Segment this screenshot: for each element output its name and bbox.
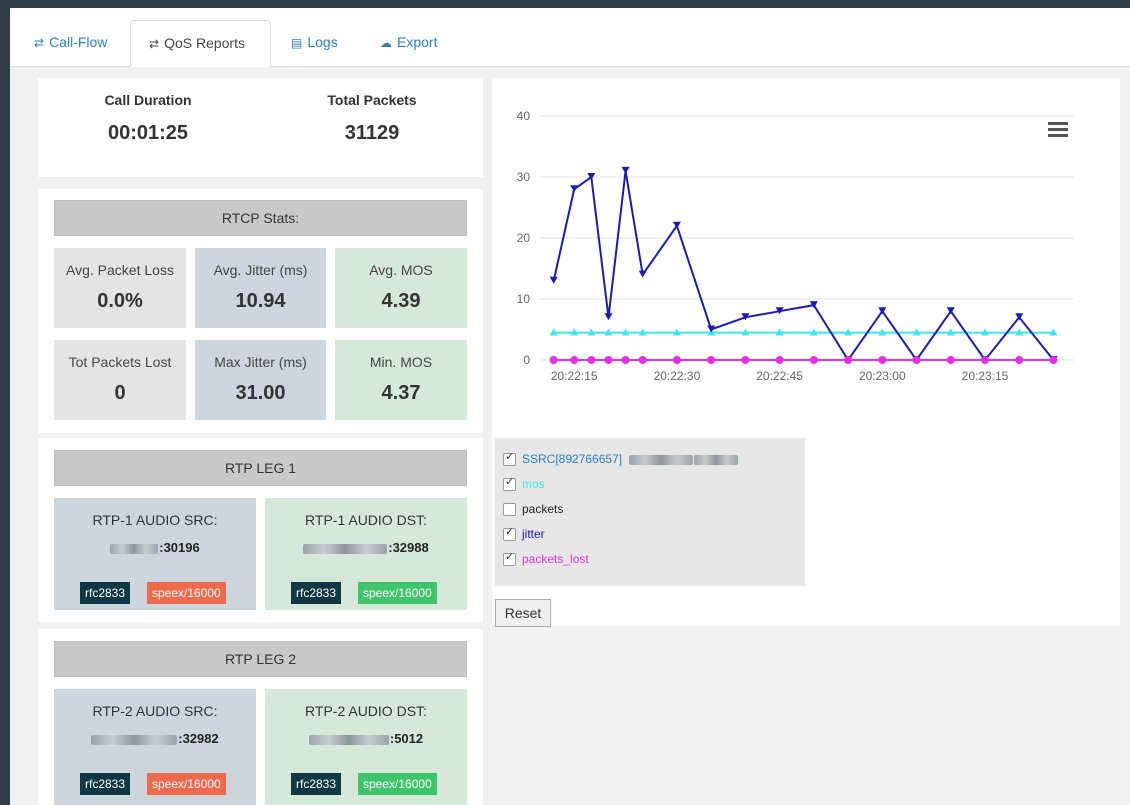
data-point-packets_lost: [1049, 356, 1058, 364]
legend-item-packets-lost[interactable]: packets_lost: [503, 550, 589, 567]
redacted-ip: [110, 543, 159, 554]
data-point-packets_lost: [844, 356, 853, 364]
summary-card: Call Duration 00:01:25 Total Packets 311…: [38, 78, 483, 177]
redacted-ip: [303, 543, 388, 554]
tab-qos-reports[interactable]: ⇄ QoS Reports: [130, 20, 271, 67]
tab-logs[interactable]: ▤ Logs: [273, 20, 356, 66]
rtp-2-audio-src: RTP-2 AUDIO SRC: :32982 rfc2833 speex/16…: [54, 689, 256, 805]
data-point-packets_lost: [672, 356, 681, 364]
cloud-icon: ☁: [380, 36, 392, 50]
codec-badge-rfc2833: rfc2833: [291, 773, 342, 795]
max-jitter-cell: Max Jitter (ms) 31.00: [195, 340, 326, 420]
data-point-jitter: [946, 307, 955, 315]
checkbox-icon[interactable]: [503, 503, 516, 517]
data-point-packets_lost: [981, 356, 989, 364]
data-point-packets_lost: [549, 356, 558, 364]
total-packets-value: 31129: [344, 122, 400, 144]
swap-icon: ⇄: [34, 36, 45, 50]
data-point-jitter: [604, 313, 613, 321]
avg-mos-cell: Avg. MOS 4.39: [335, 248, 467, 328]
x-tick-label: 20:22:45: [756, 369, 803, 383]
data-point-packets_lost: [570, 356, 579, 364]
tab-bar: ⇄ Call-Flow ⇄ QoS Reports ▤ Logs ☁ Export: [10, 8, 1130, 67]
data-point-packets_lost: [878, 356, 887, 364]
rtp-1-dst-address: :32988: [265, 540, 467, 555]
data-point-jitter: [570, 185, 579, 193]
data-point-jitter: [878, 307, 887, 315]
codec-badge-speex: speex/16000: [147, 582, 226, 604]
data-point-jitter: [638, 270, 647, 278]
data-point-packets_lost: [741, 356, 750, 364]
rtp-1-src-address: :30196: [54, 540, 256, 555]
data-point-packets_lost: [912, 356, 921, 364]
redacted-ip: [694, 454, 739, 465]
min-mos-cell: Min. MOS 4.37: [335, 340, 467, 420]
call-duration-label: Call Duration: [104, 92, 192, 108]
x-tick-label: 20:23:15: [962, 369, 1009, 383]
checkbox-icon[interactable]: [503, 475, 516, 492]
redacted-ip: [308, 734, 389, 745]
data-point-jitter: [549, 276, 558, 284]
rtp-leg-1-title: RTP LEG 1: [54, 450, 467, 486]
checkbox-icon[interactable]: [503, 550, 516, 567]
series-legend: SSRC[892766657] mos packets jitter packe…: [495, 438, 805, 586]
codec-badge-speex: speex/16000: [358, 773, 437, 795]
call-duration-value: 00:01:25: [107, 122, 189, 144]
data-point-packets_lost: [1015, 356, 1024, 364]
rtp-leg-2-title: RTP LEG 2: [54, 641, 467, 677]
data-point-packets_lost: [587, 356, 596, 364]
tot-packets-lost-cell: Tot Packets Lost 0: [54, 340, 186, 420]
y-tick-label: 20: [517, 231, 531, 245]
legend-item-ssrc[interactable]: SSRC[892766657]: [503, 450, 739, 467]
document-icon: ▤: [291, 36, 303, 50]
avg-jitter-cell: Avg. Jitter (ms) 10.94: [195, 248, 326, 328]
swap-icon: ⇄: [149, 37, 160, 51]
legend-item-packets[interactable]: packets: [503, 502, 563, 517]
qos-line-chart: 0 10 20 30 40 20:22:15 20:22:30 20:22:45 20:23:0…: [517, 109, 1074, 383]
data-point-packets_lost: [946, 356, 955, 364]
rtcp-stats-card: RTCP Stats: Avg. Packet Loss 0.0% Avg. J…: [38, 189, 483, 433]
legend-item-jitter[interactable]: jitter: [503, 525, 545, 542]
chart-menu-icon[interactable]: [1048, 122, 1068, 137]
redacted-ip: [629, 454, 694, 465]
rtp-leg-2-card: RTP LEG 2 RTP-2 AUDIO SRC: :32982 rfc283…: [38, 629, 483, 805]
codec-badge-speex: speex/16000: [358, 582, 437, 604]
tab-call-flow[interactable]: ⇄ Call-Flow: [16, 20, 125, 66]
y-tick-label: 10: [517, 292, 531, 306]
x-tick-label: 20:23:00: [859, 369, 906, 383]
total-packets-label: Total Packets: [327, 92, 417, 108]
y-tick-label: 0: [523, 353, 530, 367]
y-tick-label: 40: [517, 109, 531, 123]
data-point-packets_lost: [809, 356, 818, 364]
rtp-2-dst-address: :5012: [265, 731, 467, 746]
rtp-2-src-address: :32982: [54, 731, 256, 746]
data-point-packets_lost: [638, 356, 647, 364]
checkbox-icon[interactable]: [503, 450, 516, 467]
tab-export[interactable]: ☁ Export: [362, 20, 455, 66]
rtp-1-audio-dst: RTP-1 AUDIO DST: :32988 rfc2833 speex/16…: [265, 498, 467, 610]
rtp-1-audio-src: RTP-1 AUDIO SRC: :30196 rfc2833 speex/16…: [54, 498, 256, 610]
y-tick-label: 30: [517, 170, 531, 184]
avg-packet-loss-cell: Avg. Packet Loss 0.0%: [54, 248, 186, 328]
rtp-2-audio-dst: RTP-2 AUDIO DST: :5012 rfc2833 speex/160…: [265, 689, 467, 805]
rtp-leg-1-card: RTP LEG 1 RTP-1 AUDIO SRC: :30196 rfc283…: [38, 438, 483, 622]
data-point-packets_lost: [775, 356, 784, 364]
redacted-ip: [91, 734, 178, 745]
rtcp-stats-title: RTCP Stats:: [54, 200, 467, 236]
reset-button[interactable]: Reset: [495, 599, 551, 627]
qos-report-frame: ⇄ Call-Flow ⇄ QoS Reports ▤ Logs ☁ Export Ca…: [10, 8, 1130, 805]
data-point-jitter: [621, 166, 630, 174]
data-point-packets_lost: [621, 356, 630, 364]
codec-badge-rfc2833: rfc2833: [291, 582, 342, 604]
x-tick-label: 20:22:30: [654, 369, 701, 383]
data-point-packets_lost: [707, 356, 716, 364]
checkbox-icon[interactable]: [503, 525, 516, 542]
legend-item-mos[interactable]: mos: [503, 475, 545, 492]
data-point-packets_lost: [604, 356, 613, 364]
codec-badge-rfc2833: rfc2833: [80, 773, 131, 795]
codec-badge-speex: speex/16000: [147, 773, 226, 795]
x-tick-label: 20:22:15: [551, 369, 598, 383]
data-point-jitter: [672, 221, 681, 229]
codec-badge-rfc2833: rfc2833: [80, 582, 131, 604]
